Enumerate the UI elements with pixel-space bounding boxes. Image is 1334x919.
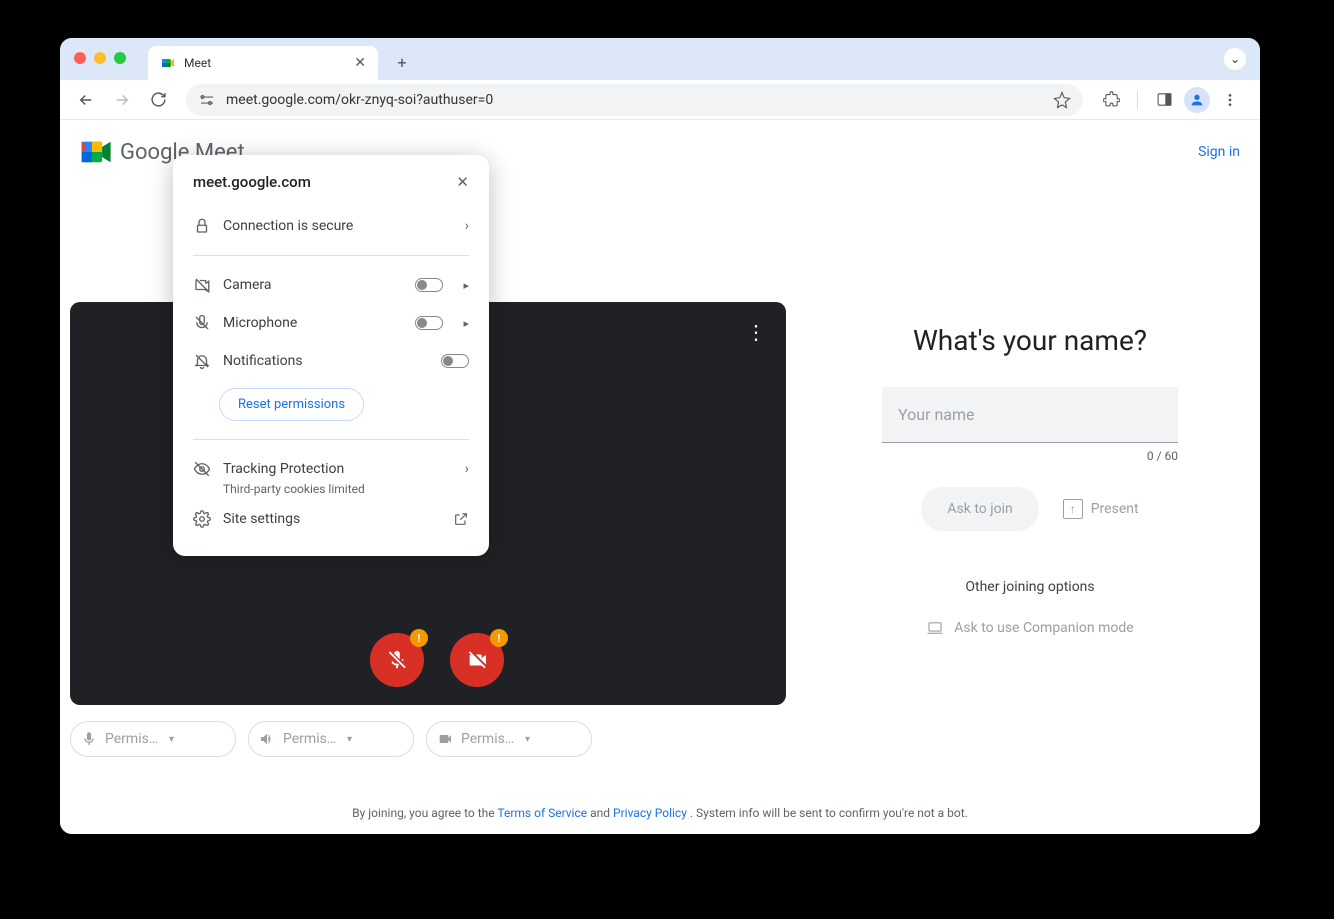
speaker-permission-chip[interactable]: Permission needed ▾ (248, 721, 414, 757)
perm-label: Notifications (223, 353, 303, 369)
profile-avatar[interactable] (1184, 87, 1210, 113)
camera-off-icon (193, 276, 211, 294)
name-counter: 0 / 60 (882, 449, 1178, 463)
omnibox[interactable]: meet.google.com/okr-znyq-soi?authuser=0 (186, 84, 1083, 116)
tab-bar: Meet ✕ + ⌄ (60, 38, 1260, 80)
site-controls-icon[interactable] (198, 91, 216, 109)
mute-mic-button[interactable]: ! (370, 633, 424, 687)
mic-icon (81, 731, 97, 747)
privacy-link[interactable]: Privacy Policy (613, 806, 687, 820)
close-window-icon[interactable] (74, 52, 86, 64)
eye-off-icon (193, 460, 211, 478)
chip-text: Permission needed (105, 731, 161, 747)
meet-logo-icon (80, 138, 114, 166)
maximize-window-icon[interactable] (114, 52, 126, 64)
name-input[interactable] (882, 387, 1178, 443)
companion-label: Ask to use Companion mode (954, 620, 1133, 636)
notifications-toggle[interactable] (441, 354, 469, 368)
present-icon: ↑ (1063, 499, 1083, 519)
new-tab-button[interactable]: + (388, 48, 416, 76)
camera-icon (437, 731, 453, 747)
perm-label: Camera (223, 277, 272, 293)
tab-title: Meet (184, 56, 346, 70)
window-controls[interactable] (74, 52, 126, 64)
laptop-icon (926, 619, 944, 637)
camera-button[interactable]: ! (450, 633, 504, 687)
menu-icon[interactable] (1214, 84, 1246, 116)
footer-text: By joining, you agree to the (352, 806, 497, 820)
camera-toggle[interactable] (415, 278, 443, 292)
connection-secure-row[interactable]: Connection is secure › (193, 207, 469, 245)
camera-warning-badge: ! (490, 629, 508, 647)
reset-permissions-button[interactable]: Reset permissions (219, 388, 364, 421)
popup-close-icon[interactable]: ✕ (456, 173, 469, 191)
extensions-icon[interactable] (1095, 84, 1127, 116)
tabs-dropdown-icon[interactable]: ⌄ (1224, 48, 1246, 70)
side-panel-icon[interactable] (1148, 84, 1180, 116)
speaker-icon (259, 731, 275, 747)
camera-permission-row[interactable]: Camera ▸ (193, 266, 469, 304)
chevron-down-icon: ▾ (347, 734, 403, 745)
mic-warning-badge: ! (410, 629, 428, 647)
tracking-subtitle: Third-party cookies limited (223, 482, 469, 496)
close-tab-icon[interactable]: ✕ (354, 55, 366, 71)
chip-text: Permission needed (461, 731, 517, 747)
legal-footer: By joining, you agree to the Terms of Se… (60, 806, 1260, 820)
perm-label: Microphone (223, 315, 297, 331)
present-button[interactable]: ↑ Present (1063, 499, 1139, 519)
chevron-right-icon: › (465, 218, 469, 234)
microphone-permission-row[interactable]: Microphone ▸ (193, 304, 469, 342)
notifications-permission-row[interactable]: Notifications (193, 342, 469, 380)
gear-icon (193, 510, 211, 528)
ask-to-join-button[interactable]: Ask to join (921, 487, 1038, 531)
chevron-right-icon: › (465, 461, 469, 477)
site-settings-row[interactable]: Site settings (193, 496, 469, 538)
browser-toolbar: meet.google.com/okr-znyq-soi?authuser=0 (60, 80, 1260, 120)
browser-tab[interactable]: Meet ✕ (148, 46, 378, 80)
minimize-window-icon[interactable] (94, 52, 106, 64)
forward-button (106, 84, 138, 116)
name-prompt-title: What's your name? (800, 324, 1260, 357)
chevron-down-icon: ▾ (525, 734, 581, 745)
camera-permission-chip[interactable]: Permission needed ▾ (426, 721, 592, 757)
more-options-icon[interactable]: ⋮ (746, 320, 766, 344)
bookmark-star-icon[interactable] (1053, 91, 1071, 109)
mic-off-icon (386, 649, 408, 671)
microphone-toggle[interactable] (415, 316, 443, 330)
companion-mode-button[interactable]: Ask to use Companion mode (800, 619, 1260, 637)
meet-favicon-icon (160, 55, 176, 71)
connection-text: Connection is secure (223, 218, 353, 234)
chip-text: Permission needed (283, 731, 339, 747)
page-content: Google Meet Sign in ⋮ ! ! (60, 120, 1260, 834)
footer-text: and (590, 806, 613, 820)
present-label: Present (1091, 501, 1139, 517)
mic-off-icon (193, 314, 211, 332)
external-link-icon (453, 511, 469, 527)
popup-domain: meet.google.com (193, 173, 311, 191)
bell-off-icon (193, 352, 211, 370)
tracking-title: Tracking Protection (223, 461, 344, 477)
url-text: meet.google.com/okr-znyq-soi?authuser=0 (226, 92, 1043, 108)
footer-text: . System info will be sent to confirm yo… (690, 806, 968, 820)
back-button[interactable] (70, 84, 102, 116)
chevron-down-icon: ▾ (169, 734, 225, 745)
site-settings-text: Site settings (223, 511, 300, 527)
other-options-heading: Other joining options (800, 579, 1260, 595)
chevron-right-icon: ▸ (463, 317, 469, 330)
site-info-popup: meet.google.com ✕ Connection is secure ›… (173, 155, 489, 556)
camera-off-icon (466, 649, 488, 671)
lock-icon (193, 217, 211, 235)
browser-window: Meet ✕ + ⌄ meet.google.com/okr-znyq-soi?… (60, 38, 1260, 834)
chevron-right-icon: ▸ (463, 279, 469, 292)
reload-button[interactable] (142, 84, 174, 116)
tos-link[interactable]: Terms of Service (497, 806, 587, 820)
mic-permission-chip[interactable]: Permission needed ▾ (70, 721, 236, 757)
sign-in-link[interactable]: Sign in (1198, 144, 1240, 160)
